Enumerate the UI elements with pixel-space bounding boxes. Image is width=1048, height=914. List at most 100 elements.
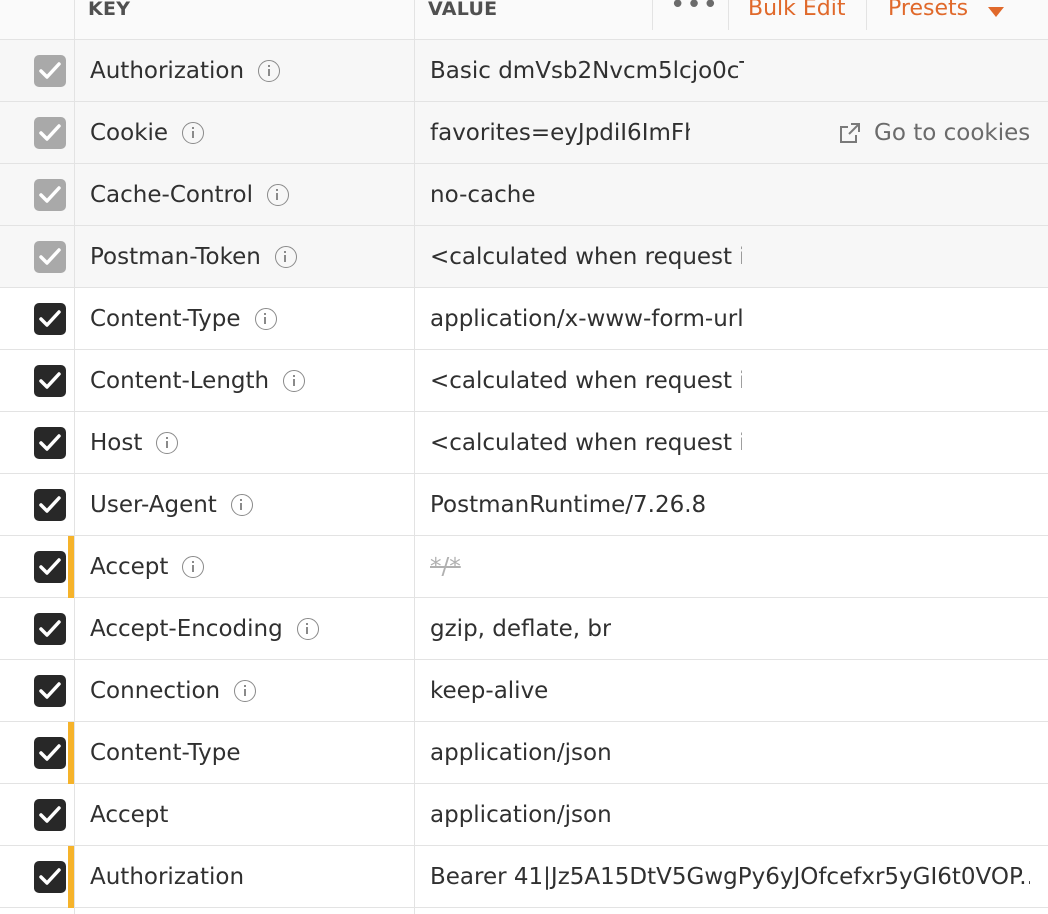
header-value: <calculated when request is xyxy=(430,430,742,456)
row-checkbox[interactable] xyxy=(34,241,66,273)
header-divider xyxy=(728,0,729,30)
value-column-header: VALUE xyxy=(428,0,498,20)
key-cell: Authorization xyxy=(90,40,281,102)
header-value: PostmanRuntime/7.26.8 xyxy=(430,492,707,518)
header-value: Basic dmVsb2Nvcm5lcjo0cTI xyxy=(430,58,744,84)
header-key: Accept-Encoding xyxy=(90,616,283,642)
value-cell[interactable]: <calculated when request is xyxy=(430,350,742,412)
key-cell: Accept-Encoding xyxy=(90,598,319,660)
table-row: Accept-Encoding gzip, deflate, br xyxy=(0,598,1048,660)
header-divider xyxy=(866,0,867,30)
value-cell[interactable]: favorites=eyJpdiI6ImFhI xyxy=(430,102,690,164)
header-key: Connection xyxy=(90,678,221,704)
key-cell: Accept xyxy=(90,536,205,598)
value-cell[interactable]: no-cache xyxy=(430,164,536,226)
header-key: Content-Type xyxy=(90,306,241,332)
checkmark-icon xyxy=(39,806,61,823)
row-checkbox[interactable] xyxy=(34,861,66,893)
info-icon[interactable] xyxy=(258,60,281,82)
row-checkbox[interactable] xyxy=(34,551,66,583)
row-checkbox[interactable] xyxy=(34,489,66,521)
row-checkbox[interactable] xyxy=(34,303,66,335)
checkmark-icon xyxy=(39,558,61,575)
header-key: Accept xyxy=(90,802,169,828)
header-value: keep-alive xyxy=(430,678,549,704)
table-row: Content-Type application/json xyxy=(0,722,1048,784)
value-cell[interactable]: <calculated when request is xyxy=(430,412,742,474)
value-cell[interactable]: */* xyxy=(430,536,461,598)
header-key: Content-Type xyxy=(90,740,241,766)
checkmark-icon xyxy=(39,372,61,389)
header-value: gzip, deflate, br xyxy=(430,616,612,642)
key-cell: Cache-Control xyxy=(90,164,289,226)
key-cell: Authorization xyxy=(90,846,244,908)
info-icon[interactable] xyxy=(296,618,319,640)
header-key: Accept xyxy=(90,554,169,580)
info-icon[interactable] xyxy=(230,494,253,516)
info-icon[interactable] xyxy=(254,308,277,330)
bulk-edit-button[interactable]: Bulk Edit xyxy=(748,0,846,21)
value-cell[interactable]: application/x-www-form-urle xyxy=(430,288,744,350)
info-icon[interactable] xyxy=(266,184,289,206)
header-key: Cache-Control xyxy=(90,182,253,208)
table-row: Authorization Bearer 41|Jz5A15DtV5GwgPy6… xyxy=(0,846,1048,908)
checkmark-icon xyxy=(39,434,61,451)
checkmark-icon xyxy=(39,62,61,79)
value-cell[interactable]: Basic dmVsb2Nvcm5lcjo0cTI xyxy=(430,40,744,102)
row-checkbox[interactable] xyxy=(34,427,66,459)
presets-button[interactable]: Presets xyxy=(888,0,968,21)
go-to-cookies-link[interactable]: Go to cookies xyxy=(838,102,1030,164)
info-icon[interactable] xyxy=(283,370,306,392)
checkmark-icon xyxy=(39,868,61,885)
presets-caret-icon[interactable] xyxy=(988,7,1004,17)
key-column-header: KEY xyxy=(88,0,131,20)
key-cell: Content-Length xyxy=(90,350,306,412)
header-key: User-Agent xyxy=(90,492,217,518)
row-checkbox[interactable] xyxy=(34,613,66,645)
checkmark-icon xyxy=(39,682,61,699)
key-cell: Content-Type xyxy=(90,722,241,784)
info-icon[interactable] xyxy=(182,122,205,144)
header-key: Authorization xyxy=(90,58,245,84)
table-row: Cache-Control no-cache xyxy=(0,164,1048,226)
value-cell[interactable]: application/json xyxy=(430,784,612,846)
headers-table: KEY VALUE ••• Bulk Edit Presets Authoriz… xyxy=(0,0,1048,914)
more-options-icon[interactable]: ••• xyxy=(670,0,719,20)
table-row: Postman-Token <calculated when request i… xyxy=(0,226,1048,288)
row-checkbox[interactable] xyxy=(34,179,66,211)
key-cell: Content-Type xyxy=(90,288,277,350)
row-checkbox[interactable] xyxy=(34,675,66,707)
checkmark-icon xyxy=(39,186,61,203)
checkmark-icon xyxy=(39,310,61,327)
table-row: User-Agent PostmanRuntime/7.26.8 xyxy=(0,474,1048,536)
key-cell: Cookie xyxy=(90,102,205,164)
row-checkbox[interactable] xyxy=(34,117,66,149)
key-cell: User-Agent xyxy=(90,474,253,536)
checkmark-icon xyxy=(39,620,61,637)
info-icon[interactable] xyxy=(234,680,257,702)
checkmark-icon xyxy=(39,248,61,265)
value-cell[interactable]: application/json xyxy=(430,722,612,784)
row-checkbox[interactable] xyxy=(34,799,66,831)
info-icon[interactable] xyxy=(156,432,179,454)
table-header: KEY VALUE ••• Bulk Edit Presets xyxy=(0,0,1048,40)
header-value: application/json xyxy=(430,740,612,766)
table-row: Accept application/json xyxy=(0,784,1048,846)
header-key: Content-Length xyxy=(90,368,270,394)
info-icon[interactable] xyxy=(182,556,205,578)
row-checkbox[interactable] xyxy=(34,365,66,397)
row-checkbox[interactable] xyxy=(34,55,66,87)
go-to-cookies-label: Go to cookies xyxy=(874,120,1031,146)
column-divider xyxy=(74,0,75,914)
value-cell[interactable]: gzip, deflate, br xyxy=(430,598,611,660)
table-row: Accept */* xyxy=(0,536,1048,598)
info-icon[interactable] xyxy=(274,246,297,268)
value-cell[interactable]: PostmanRuntime/7.26.8 xyxy=(430,474,706,536)
header-value: */* xyxy=(430,554,461,580)
value-cell[interactable]: <calculated when request is xyxy=(430,226,742,288)
value-cell[interactable]: keep-alive xyxy=(430,660,548,722)
header-key: Authorization xyxy=(90,864,245,890)
row-checkbox[interactable] xyxy=(34,737,66,769)
header-value: application/json xyxy=(430,802,612,828)
value-cell[interactable]: Bearer 41|Jz5A15DtV5GwgPy6yJOfcefxr5yGI6… xyxy=(430,846,1030,908)
